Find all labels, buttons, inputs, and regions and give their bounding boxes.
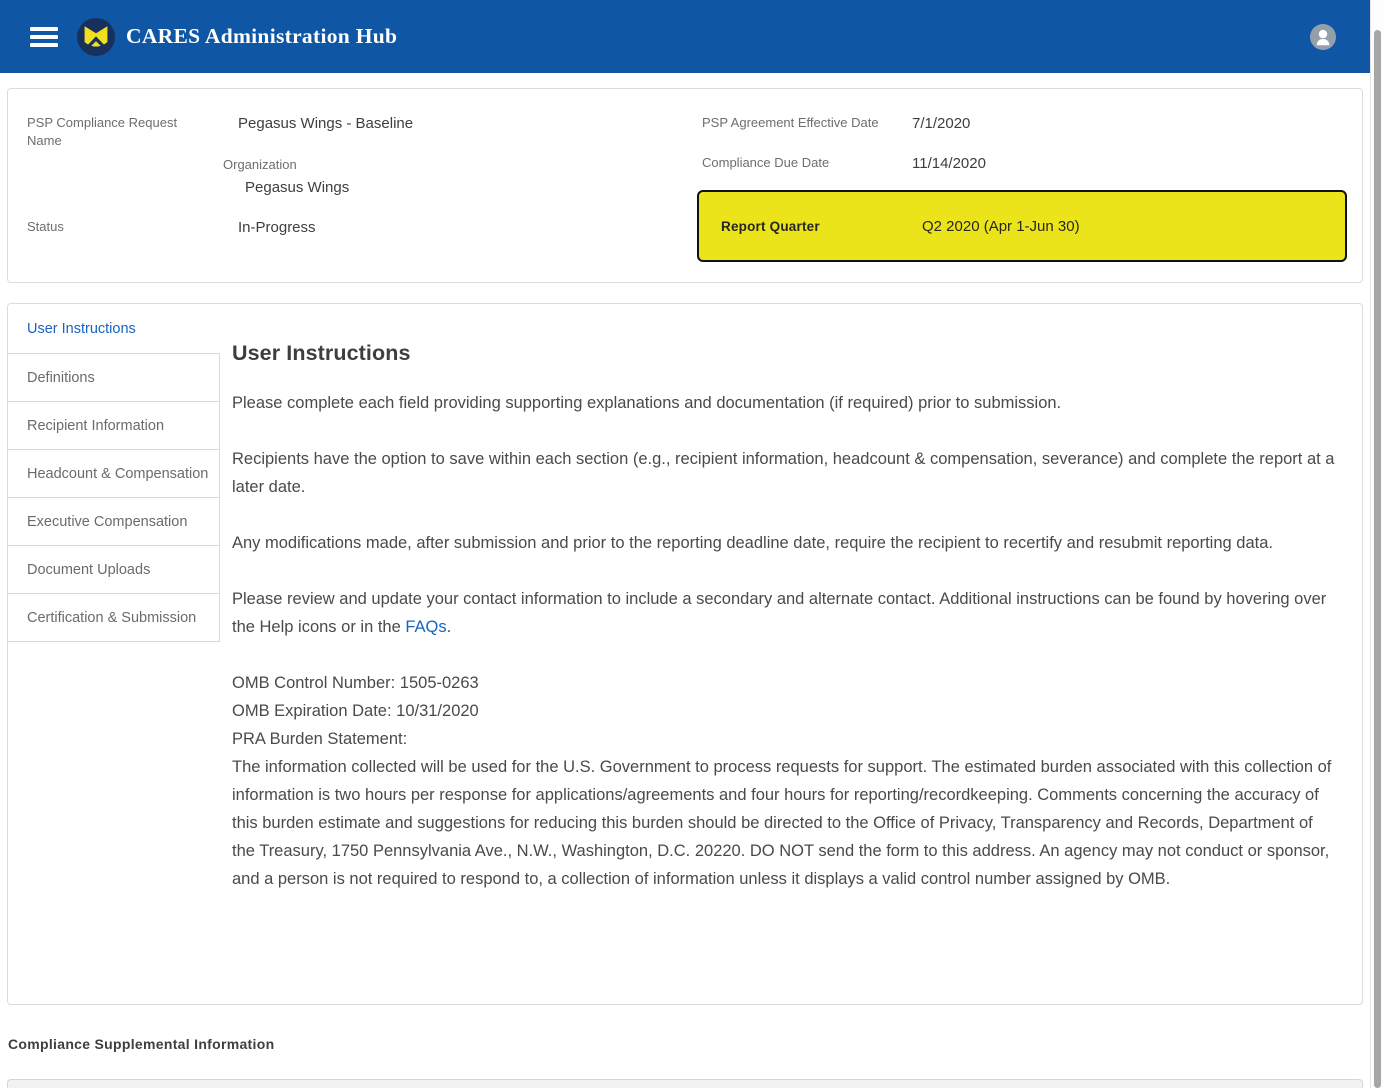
instructions-paragraph-1: Please complete each field providing sup… — [232, 389, 1340, 417]
tab-document-uploads[interactable]: Document Uploads — [8, 545, 220, 594]
organization-label: Organization — [223, 156, 702, 174]
organization-field: Organization Pegasus Wings — [223, 156, 702, 197]
due-date-value: 11/14/2020 — [912, 154, 986, 173]
request-name-value: Pegasus Wings - Baseline — [238, 114, 413, 133]
report-quarter-value: Q2 2020 (Apr 1-Jun 30) — [922, 218, 1080, 235]
report-quarter-label: Report Quarter — [699, 219, 922, 234]
pra-burden-label: PRA Burden Statement: — [232, 725, 1340, 753]
report-quarter-highlight: Report Quarter Q2 2020 (Apr 1-Jun 30) — [697, 190, 1347, 262]
vertical-scrollbar[interactable] — [1370, 0, 1383, 1088]
omb-control-number: OMB Control Number: 1505-0263 — [232, 669, 1340, 697]
section-tab-list: User Instructions Definitions Recipient … — [8, 304, 220, 1004]
tab-definitions[interactable]: Definitions — [8, 353, 220, 402]
supplemental-panel — [7, 1079, 1363, 1088]
summary-left-column: PSP Compliance Request Name Pegasus Wing… — [8, 114, 702, 282]
treasury-shield-icon — [77, 18, 115, 56]
summary-right-column: PSP Agreement Effective Date 7/1/2020 Co… — [702, 114, 1367, 282]
status-field: Status In-Progress — [8, 218, 702, 237]
tab-certification-submission[interactable]: Certification & Submission — [8, 593, 220, 642]
app-title: CARES Administration Hub — [126, 24, 397, 49]
supplemental-section-heading: Compliance Supplemental Information — [8, 1036, 1370, 1052]
faq-text-after: . — [447, 618, 452, 636]
hamburger-menu-icon[interactable] — [30, 27, 58, 47]
pra-burden-text: The information collected will be used f… — [232, 753, 1340, 893]
request-name-label: PSP Compliance Request Name — [27, 114, 238, 150]
tab-user-instructions[interactable]: User Instructions — [8, 304, 220, 353]
instructions-card: User Instructions Definitions Recipient … — [7, 303, 1363, 1005]
omb-statement-block: OMB Control Number: 1505-0263 OMB Expira… — [232, 669, 1340, 893]
due-date-field: Compliance Due Date 11/14/2020 — [702, 154, 1347, 173]
tab-recipient-information[interactable]: Recipient Information — [8, 401, 220, 450]
faq-text-before: Please review and update your contact in… — [232, 590, 1326, 636]
omb-expiration-date: OMB Expiration Date: 10/31/2020 — [232, 697, 1340, 725]
instructions-paragraph-4: Please review and update your contact in… — [232, 585, 1340, 641]
request-name-field: PSP Compliance Request Name Pegasus Wing… — [8, 114, 702, 150]
user-avatar-icon[interactable] — [1310, 24, 1336, 50]
instructions-paragraph-2: Recipients have the option to save withi… — [232, 445, 1340, 501]
scrollbar-thumb[interactable] — [1374, 30, 1381, 1088]
tab-headcount-compensation[interactable]: Headcount & Compensation — [8, 449, 220, 498]
status-label: Status — [27, 218, 238, 236]
page-title: User Instructions — [232, 340, 1340, 366]
faqs-link[interactable]: FAQs — [405, 618, 446, 636]
compliance-summary-card: PSP Compliance Request Name Pegasus Wing… — [7, 88, 1363, 283]
due-date-label: Compliance Due Date — [702, 154, 912, 172]
effective-date-value: 7/1/2020 — [912, 114, 970, 133]
tab-executive-compensation[interactable]: Executive Compensation — [8, 497, 220, 546]
app-header: CARES Administration Hub — [0, 0, 1370, 73]
effective-date-field: PSP Agreement Effective Date 7/1/2020 — [702, 114, 1347, 133]
status-value: In-Progress — [238, 218, 316, 237]
effective-date-label: PSP Agreement Effective Date — [702, 114, 912, 132]
instructions-content: User Instructions Please complete each f… — [220, 304, 1362, 1004]
organization-value: Pegasus Wings — [245, 178, 702, 197]
instructions-paragraph-3: Any modifications made, after submission… — [232, 529, 1340, 557]
